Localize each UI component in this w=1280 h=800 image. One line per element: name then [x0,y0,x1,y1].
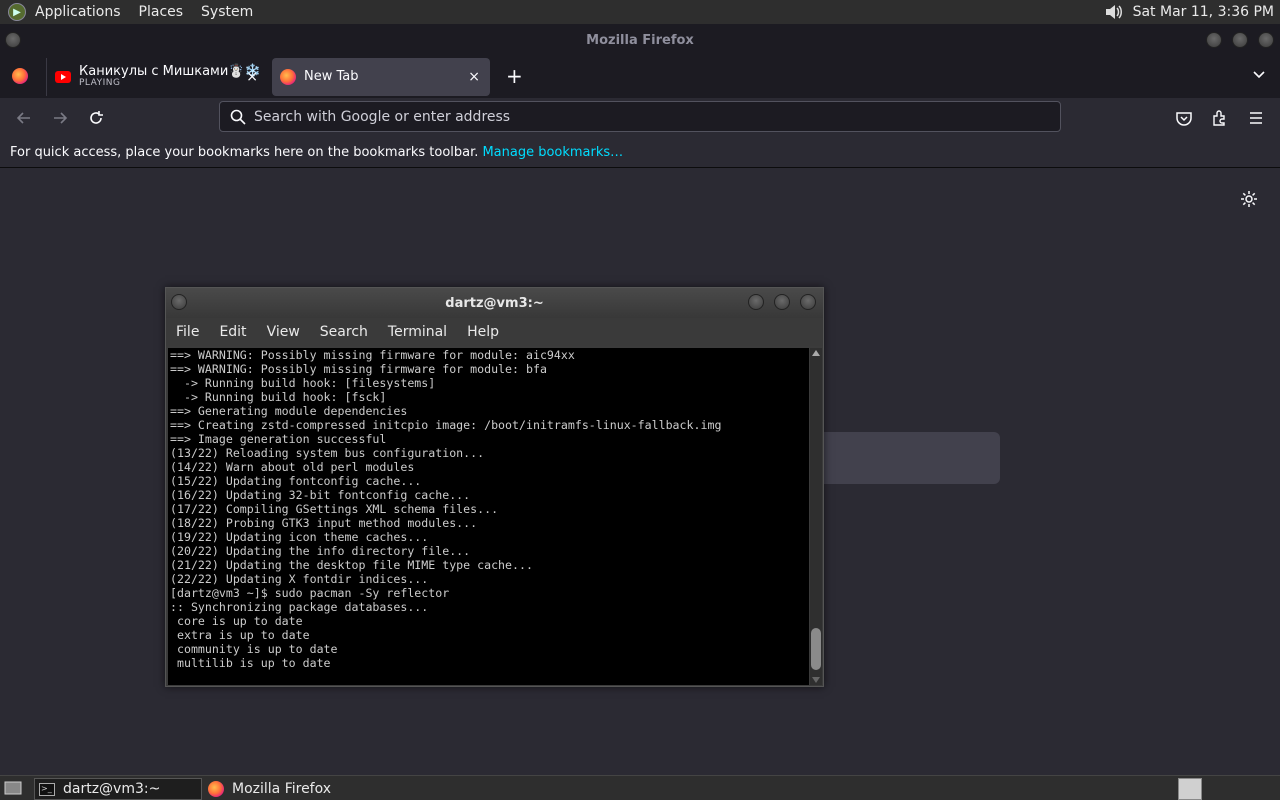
bookmarks-hint: For quick access, place your bookmarks h… [10,145,479,160]
terminal-output[interactable]: ==> WARNING: Possibly missing firmware f… [168,348,809,685]
menu-edit[interactable]: Edit [209,324,256,340]
minimize-button[interactable] [1206,32,1222,48]
tab-close-icon[interactable]: × [246,69,258,85]
show-desktop-icon[interactable] [4,780,22,796]
taskbar-item-firefox[interactable]: Mozilla Firefox [204,778,354,800]
menu-view[interactable]: View [257,324,310,340]
places-menu[interactable]: Places [130,4,193,20]
chevron-down-icon[interactable] [1252,68,1266,82]
terminal-maximize-button[interactable] [774,294,790,310]
terminal-icon: >_ [39,782,55,796]
hamburger-icon[interactable] [1246,108,1266,128]
scroll-thumb[interactable] [811,628,821,670]
firefox-titlebar[interactable]: Mozilla Firefox [0,24,1280,56]
terminal-menubar: File Edit View Search Terminal Help [166,318,823,346]
bookmarks-toolbar: For quick access, place your bookmarks h… [0,138,1280,168]
tab-youtube[interactable]: Каникулы с Мишками☃️❄️ PLAYING × [46,58,268,96]
nav-bar [0,98,1280,138]
arrow-right-icon[interactable] [50,108,70,128]
terminal-close-button[interactable] [800,294,816,310]
menu-help[interactable]: Help [457,324,509,340]
pocket-icon[interactable] [1174,108,1194,128]
taskbar-item-label: Mozilla Firefox [232,781,332,797]
firefox-icon [208,781,224,797]
gear-icon[interactable] [1240,190,1258,208]
tab-title: New Tab [304,68,359,84]
url-bar[interactable] [219,101,1061,132]
window-menu-button[interactable] [5,32,21,48]
close-button[interactable] [1258,32,1274,48]
applications-menu[interactable]: Applications [26,4,130,20]
terminal-scrollbar[interactable] [810,348,822,685]
firefox-icon [280,69,296,85]
panel-tray: Sat Mar 11, 3:36 PM [1103,2,1280,22]
terminal-titlebar[interactable]: dartz@vm3:~ [166,288,823,318]
tab-title: Каникулы с Мишками☃️❄️ [79,63,261,79]
system-menu[interactable]: System [192,4,262,20]
top-panel: ▶ Applications Places System Sat Mar 11,… [0,0,1280,24]
tab-new-tab[interactable]: New Tab × [272,58,490,96]
terminal-window[interactable]: dartz@vm3:~ File Edit View Search Termin… [165,287,824,687]
scroll-up-icon[interactable] [812,350,820,356]
newtab-search-box[interactable] [800,432,1000,484]
terminal-title: dartz@vm3:~ [445,295,544,311]
reload-icon[interactable] [86,108,106,128]
tab-close-icon[interactable]: × [468,69,480,85]
tab-playing-label: PLAYING [79,78,121,89]
terminal-window-menu-button[interactable] [171,294,187,310]
url-input[interactable] [254,108,1034,125]
clock[interactable]: Sat Mar 11, 3:36 PM [1133,4,1274,20]
magnifier-icon [230,109,246,125]
youtube-icon [55,71,71,83]
puzzle-icon[interactable] [1210,108,1230,128]
terminal-minimize-button[interactable] [748,294,764,310]
manage-bookmarks-link[interactable]: Manage bookmarks… [482,145,623,160]
menu-search[interactable]: Search [310,324,378,340]
terminal-text: ==> WARNING: Possibly missing firmware f… [170,348,722,670]
bottom-panel: >_ dartz@vm3:~ Mozilla Firefox [0,775,1280,800]
taskbar-item-label: dartz@vm3:~ [63,781,161,797]
scroll-down-icon[interactable] [812,677,820,683]
taskbar-item-terminal[interactable]: >_ dartz@vm3:~ [34,778,202,800]
tab-strip: Каникулы с Мишками☃️❄️ PLAYING × New Tab… [0,56,1280,98]
menu-terminal[interactable]: Terminal [378,324,457,340]
menu-file[interactable]: File [166,324,209,340]
speaker-icon[interactable] [1103,2,1123,22]
workspace-switcher[interactable] [1178,778,1202,800]
maximize-button[interactable] [1232,32,1248,48]
firefox-view-icon[interactable] [12,68,28,84]
arrow-left-icon[interactable] [14,108,34,128]
window-title: Mozilla Firefox [586,32,694,48]
new-tab-button[interactable]: + [506,66,523,86]
mate-logo-icon[interactable]: ▶ [8,3,26,21]
